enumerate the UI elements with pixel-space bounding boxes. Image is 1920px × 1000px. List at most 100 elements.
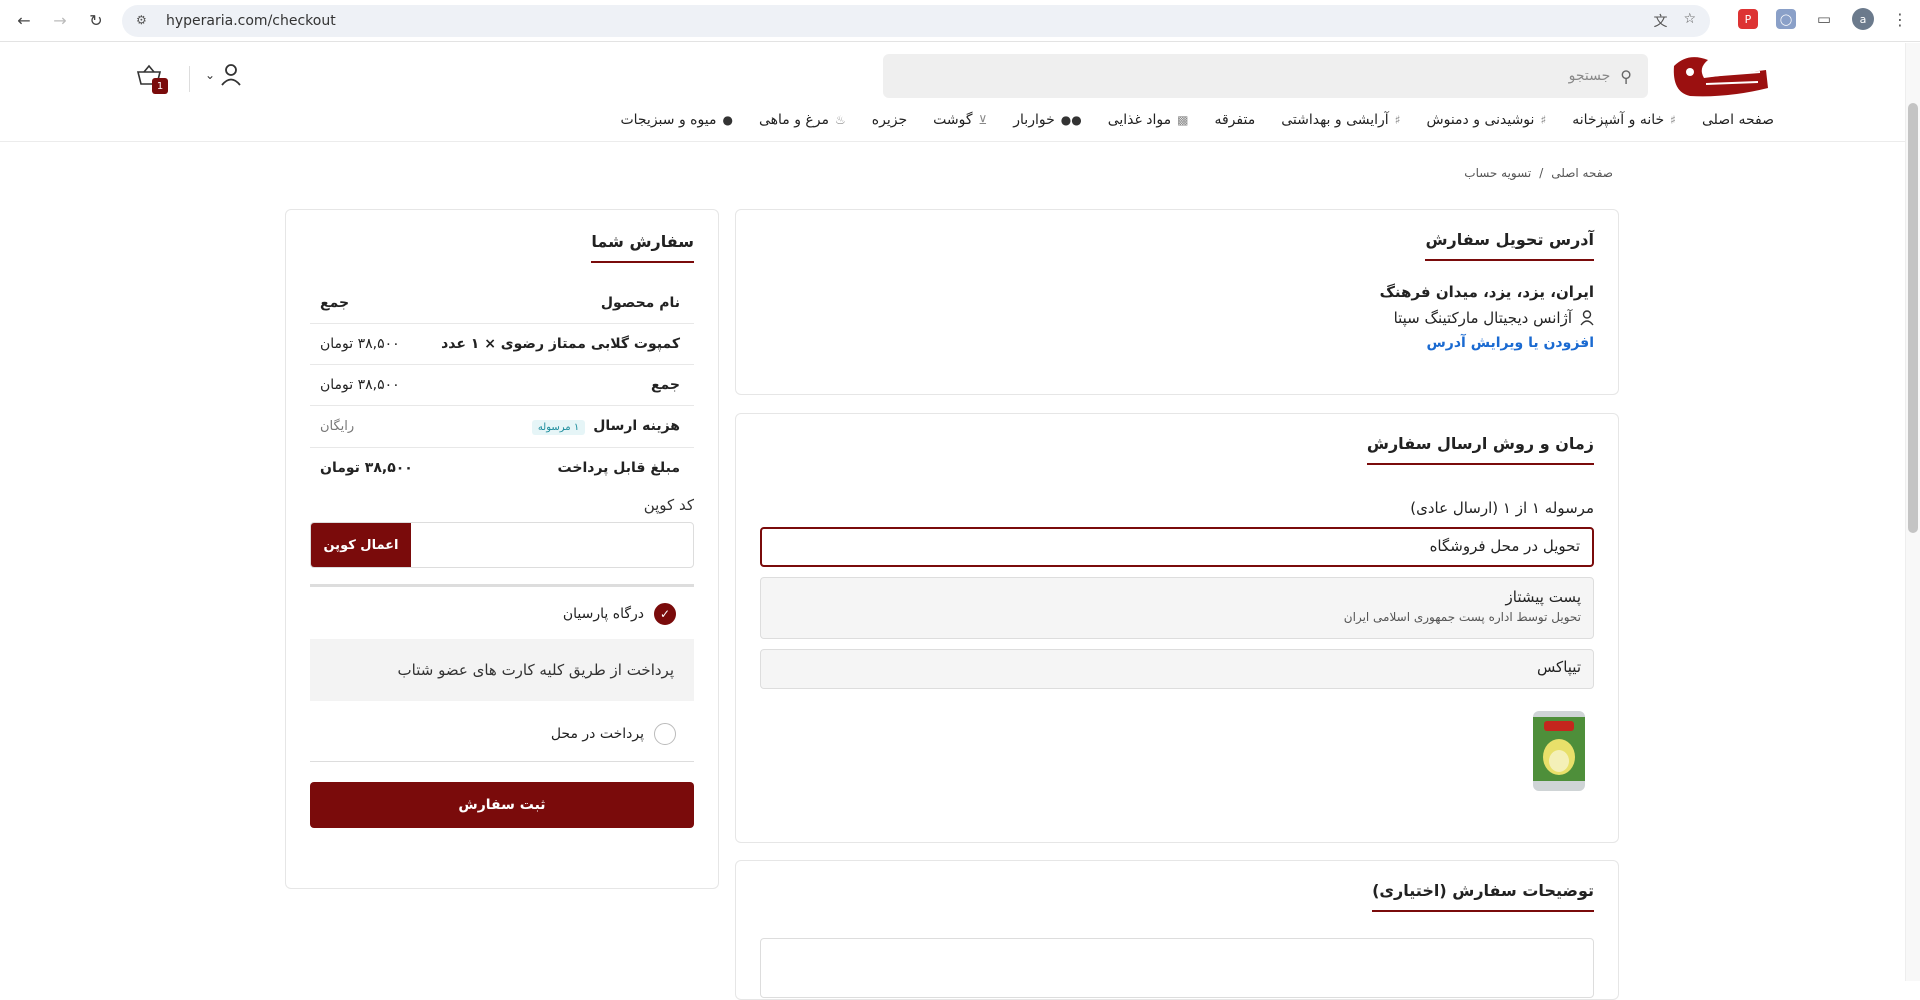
bottle-icon: ♯ <box>1540 113 1547 127</box>
browser-toolbar: ← → ↻ ⚙ hyperaria.com/checkout 文 ☆ P ◯ ▭… <box>0 0 1920 42</box>
payable-label: مبلغ قابل پرداخت <box>557 460 680 476</box>
header-divider <box>189 66 190 92</box>
shipping-title: زمان و روش ارسال سفارش <box>1366 434 1594 465</box>
menu-label: میوه و سبزیجات <box>620 112 717 128</box>
item-name: کمپوت گلابی ممتاز رضوی × ۱ عدد <box>441 336 680 352</box>
menu-label: جزیره <box>871 112 908 128</box>
menu-item-food[interactable]: ▩ مواد غذایی <box>1108 112 1189 128</box>
extensions-puzzle-icon[interactable]: ▭ <box>1814 9 1834 29</box>
browser-menu-icon[interactable]: ⋮ <box>1892 10 1908 29</box>
menu-label: صفحه اصلی <box>1701 112 1774 128</box>
order-summary-card: سفارش شما نام محصول جمع کمپوت گلابی ممتا… <box>285 209 719 889</box>
gateway-description: پرداخت از طریق کلیه کارت های عضو شتاب <box>310 639 694 701</box>
breadcrumb-current: تسویه حساب <box>1464 166 1532 180</box>
notes-card: توضیحات سفارش (اختیاری) <box>735 860 1619 1000</box>
menu-item-fruits[interactable]: ● میوه و سبزیجات <box>620 112 733 128</box>
breadcrumb: صفحه اصلی / تسویه حساب <box>1464 166 1613 180</box>
table-row: هزینه ارسال ۱ مرسوله رایگان <box>310 406 694 448</box>
search-icon: ⚲ <box>1620 66 1632 86</box>
col-total: جمع <box>320 295 350 311</box>
shipping-cost-label: هزینه ارسال <box>593 418 680 434</box>
shipping-option-tipax[interactable]: تیپاکس <box>760 649 1594 689</box>
user-icon <box>1580 310 1594 326</box>
url-text[interactable]: hyperaria.com/checkout <box>166 13 336 29</box>
menu-item-drinks[interactable]: ♯ نوشیدنی و دمنوش <box>1427 112 1547 128</box>
address-bar[interactable]: ⚙ hyperaria.com/checkout 文 ☆ <box>122 5 1710 37</box>
option-label: تیپاکس <box>1536 658 1581 676</box>
menu-label: گوشت <box>933 112 973 128</box>
payment-option-parsian[interactable]: ✓ درگاه پارسیان <box>310 603 676 625</box>
reload-icon[interactable]: ↻ <box>82 7 110 35</box>
menu-item-home[interactable]: صفحه اصلی <box>1702 112 1774 128</box>
menu-label: متفرقه <box>1214 112 1256 128</box>
subtotal-label: جمع <box>650 377 680 393</box>
item-price: ۳۸,۵۰۰ تومان <box>320 336 400 352</box>
notes-textarea[interactable] <box>760 938 1594 998</box>
shipping-cost-value: رایگان <box>320 419 355 434</box>
divider <box>310 584 694 587</box>
menu-item-meat[interactable]: ⊻ گوشت <box>933 112 987 128</box>
menu-item-groceries[interactable]: ●● خواربار <box>1013 112 1081 128</box>
cart-count-badge: 1 <box>152 78 168 94</box>
user-menu[interactable]: ⌄ <box>205 64 241 86</box>
breadcrumb-home[interactable]: صفحه اصلی <box>1551 166 1613 180</box>
extension-p-icon[interactable]: P <box>1738 9 1758 29</box>
coupon-form: اعمال کوپن <box>310 522 694 568</box>
option-label: تحویل در محل فروشگاه <box>1429 537 1580 555</box>
cod-label: پرداخت در محل <box>550 726 644 742</box>
menu-item-chicken-fish[interactable]: ♨ مرغ و ماهی <box>759 112 846 128</box>
site-info-icon[interactable]: ⚙ <box>136 13 152 29</box>
lamp-icon: ♯ <box>1670 113 1676 127</box>
address-title: آدرس تحویل سفارش <box>1425 230 1594 261</box>
shipping-option-store-pickup[interactable]: تحویل در محل فروشگاه <box>760 527 1594 567</box>
gateway-label: درگاه پارسیان <box>562 606 644 622</box>
shipment-count-badge: ۱ مرسوله <box>531 420 586 435</box>
recipient-name: آژانس دیجیتال مارکتینگ سپتا <box>1393 309 1572 327</box>
forward-icon[interactable]: → <box>46 7 74 35</box>
search-input[interactable]: ⚲ جستجو <box>883 54 1648 98</box>
shipping-option-post[interactable]: پست پیشتاز تحویل توسط اداره پست جمهوری ا… <box>760 577 1594 639</box>
menu-item-home-kitchen[interactable]: ♯ خانه و آشپزخانه <box>1572 112 1676 128</box>
menu-item-island[interactable]: جزیره <box>872 112 907 128</box>
edit-address-link[interactable]: افزودن یا ویرایش آدرس <box>760 335 1594 351</box>
order-table: نام محصول جمع کمپوت گلابی ممتاز رضوی × ۱… <box>310 283 694 488</box>
back-icon[interactable]: ← <box>10 7 38 35</box>
breadcrumb-separator: / <box>1539 166 1544 180</box>
menu-label: خانه و آشپزخانه <box>1572 112 1665 128</box>
main-menu: صفحه اصلی ♯ خانه و آشپزخانه ♯ نوشیدنی و دم… <box>620 112 1774 128</box>
extension-shield-icon[interactable]: ◯ <box>1776 9 1796 29</box>
shipment-subtitle: مرسوله ۱ از ۱ (ارسال عادی) <box>1410 499 1594 517</box>
menu-label: خواربار <box>1013 112 1055 128</box>
option-desc: تحویل توسط اداره پست جمهوری اسلامی ایران <box>1343 610 1581 624</box>
site-header: ⚲ جستجو ⌄ 1 صفحه اصلی ♯ خانه و آشپزخانه ♯… <box>0 42 1920 142</box>
menu-label: مواد غذایی <box>1107 112 1172 128</box>
page-scrollbar[interactable] <box>1905 43 1920 981</box>
radio-button[interactable] <box>654 723 676 745</box>
search-placeholder: جستجو <box>1568 68 1611 84</box>
apply-coupon-button[interactable]: اعمال کوپن <box>311 523 411 567</box>
product-thumbnail <box>1533 711 1585 791</box>
profile-avatar[interactable]: a <box>1852 8 1874 30</box>
coupon-input[interactable] <box>411 523 693 567</box>
scrollbar-thumb[interactable] <box>1908 103 1918 533</box>
site-logo[interactable] <box>1668 52 1772 100</box>
recipient-row: آژانس دیجیتال مارکتینگ سپتا <box>760 309 1594 327</box>
menu-label: نوشیدنی و دمنوش <box>1426 112 1535 128</box>
menu-label: مرغ و ماهی <box>758 112 829 128</box>
chevron-down-icon: ⌄ <box>205 68 216 82</box>
food-icon: ▩ <box>1177 113 1189 127</box>
table-row: کمپوت گلابی ممتاز رضوی × ۱ عدد ۳۸,۵۰۰ تو… <box>310 324 694 365</box>
address-card: آدرس تحویل سفارش ایران، یزد، یزد، میدان … <box>735 209 1619 395</box>
cart-button[interactable]: 1 <box>136 64 168 94</box>
translate-icon[interactable]: 文 <box>1653 11 1667 31</box>
menu-item-cosmetics[interactable]: ♯ آرایشی و بهداشتی <box>1281 112 1400 128</box>
option-label: پست پیشتاز <box>1505 588 1581 606</box>
divider <box>310 761 694 762</box>
submit-order-button[interactable]: ثبت سفارش <box>310 782 694 828</box>
coupon-label: کد کوپن <box>643 496 694 514</box>
summary-title: سفارش شما <box>591 232 694 263</box>
check-icon[interactable]: ✓ <box>654 603 676 625</box>
menu-item-misc[interactable]: متفرقه <box>1214 112 1255 128</box>
payment-option-cod[interactable]: پرداخت در محل <box>310 723 676 745</box>
bookmark-star-icon[interactable]: ☆ <box>1683 11 1696 31</box>
